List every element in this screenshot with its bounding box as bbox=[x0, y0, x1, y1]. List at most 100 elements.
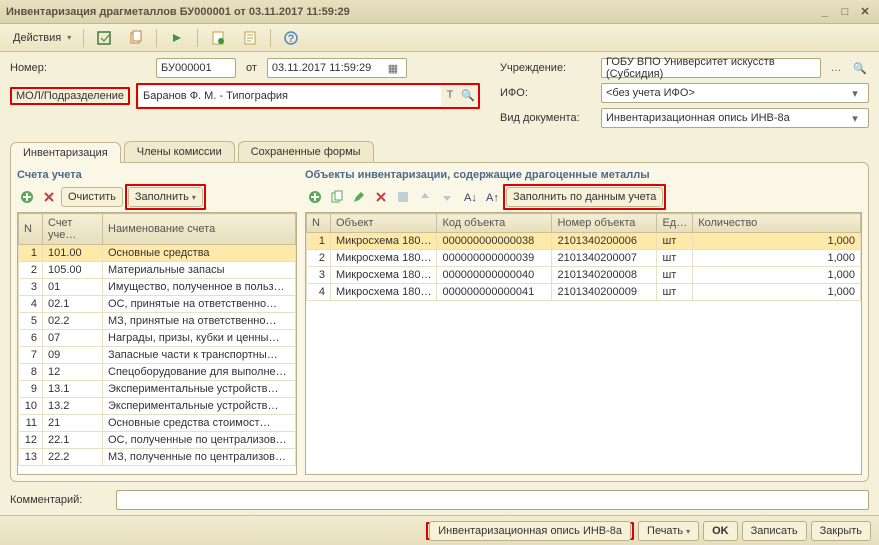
doc2-button[interactable] bbox=[235, 27, 265, 49]
main-toolbar: Действия ? bbox=[0, 24, 879, 52]
comment-field[interactable] bbox=[116, 490, 869, 510]
number-field[interactable]: БУ000001 bbox=[156, 58, 236, 78]
fill-from-data-button[interactable]: Заполнить по данным учета bbox=[506, 187, 663, 207]
nav-button[interactable] bbox=[162, 27, 192, 49]
tab-commission[interactable]: Члены комиссии bbox=[124, 141, 235, 162]
org-field[interactable]: ГОБУ ВПО Университет искусств (Субсидия) bbox=[601, 58, 821, 78]
table-row[interactable]: 2Микросхема 180…000000000000039210134020… bbox=[307, 250, 861, 267]
minimize-icon[interactable]: _ bbox=[817, 4, 833, 20]
col-code[interactable]: Код объекта bbox=[437, 214, 552, 233]
col-n[interactable]: N bbox=[19, 214, 43, 245]
doctype-field[interactable]: Инвентаризационная опись ИНВ-8а▾ bbox=[601, 108, 869, 128]
close-button[interactable]: Закрыть bbox=[811, 521, 871, 541]
refresh-button[interactable] bbox=[89, 27, 119, 49]
inventory-report-button[interactable]: Инвентаризационная опись ИНВ-8а bbox=[429, 521, 631, 541]
org-label: Учреждение: bbox=[500, 62, 595, 74]
chevron-down-icon[interactable]: ▾ bbox=[846, 84, 864, 102]
fill-button[interactable]: Заполнить bbox=[128, 187, 203, 207]
table-row[interactable]: 812Спецоборудование для выполне… bbox=[19, 364, 296, 381]
accounts-panel: Счета учета Очистить Заполнить N Счет уч… bbox=[17, 169, 297, 475]
maximize-icon[interactable]: □ bbox=[837, 4, 853, 20]
doc1-button[interactable] bbox=[203, 27, 233, 49]
edit-icon[interactable] bbox=[349, 187, 369, 207]
add-icon[interactable] bbox=[305, 187, 325, 207]
sort-desc-icon[interactable]: A↑ bbox=[481, 187, 501, 207]
ifo-label: ИФО: bbox=[500, 87, 595, 99]
separator bbox=[197, 29, 198, 47]
ellipsis-icon[interactable]: … bbox=[827, 59, 845, 77]
table-row[interactable]: 1013.2Экспериментальные устройств… bbox=[19, 398, 296, 415]
table-row[interactable]: 2105.00Материальные запасы bbox=[19, 262, 296, 279]
doctype-label: Вид документа: bbox=[500, 112, 595, 124]
delete-icon[interactable] bbox=[371, 187, 391, 207]
separator bbox=[83, 29, 84, 47]
calendar-icon[interactable]: ▦ bbox=[384, 59, 402, 77]
help-button[interactable]: ? bbox=[276, 27, 306, 49]
copy-icon[interactable] bbox=[327, 187, 347, 207]
table-row[interactable]: 502.2МЗ, принятые на ответственно… bbox=[19, 313, 296, 330]
titlebar: Инвентаризация драгметаллов БУ000001 от … bbox=[0, 0, 879, 24]
table-row[interactable]: 301Имущество, полученное в польз… bbox=[19, 279, 296, 296]
close-icon[interactable]: ✕ bbox=[857, 4, 873, 20]
table-row[interactable]: 607Награды, призы, кубки и ценны… bbox=[19, 330, 296, 347]
comment-row: Комментарий: bbox=[0, 486, 879, 514]
table-row[interactable]: 1222.1ОС, полученные по централизов… bbox=[19, 432, 296, 449]
svg-text:?: ? bbox=[288, 33, 295, 45]
separator bbox=[156, 29, 157, 47]
search-icon[interactable]: 🔍 bbox=[851, 59, 869, 77]
table-row[interactable]: 709Запасные части к транспортны… bbox=[19, 347, 296, 364]
delete-icon[interactable] bbox=[39, 187, 59, 207]
actions-menu[interactable]: Действия bbox=[6, 27, 78, 49]
copy-button[interactable] bbox=[121, 27, 151, 49]
table-row[interactable]: 3Микросхема 180…000000000000040210134020… bbox=[307, 267, 861, 284]
add-icon[interactable] bbox=[17, 187, 37, 207]
col-n[interactable]: N bbox=[307, 214, 331, 233]
down-icon[interactable] bbox=[437, 187, 457, 207]
ok-button[interactable]: OK bbox=[703, 521, 738, 541]
mol-label: МОЛ/Подразделение bbox=[10, 87, 130, 105]
col-unit[interactable]: Ед… bbox=[657, 214, 693, 233]
accounts-tools: Очистить Заполнить bbox=[17, 185, 297, 209]
col-object[interactable]: Объект bbox=[331, 214, 437, 233]
objects-grid[interactable]: N Объект Код объекта Номер объекта Ед… К… bbox=[305, 212, 862, 475]
save-button[interactable]: Записать bbox=[742, 521, 807, 541]
table-row[interactable]: 1322.2МЗ, полученные по централизов… bbox=[19, 449, 296, 466]
chevron-down-icon[interactable]: ▾ bbox=[846, 109, 864, 127]
header-form: Номер: БУ000001 от 03.11.2017 11:59:29▦ … bbox=[0, 52, 879, 137]
table-row[interactable]: 1101.00Основные средства bbox=[19, 245, 296, 262]
search-icon[interactable]: 🔍 bbox=[459, 86, 477, 104]
objects-tools: A↓ A↑ Заполнить по данным учета bbox=[305, 185, 862, 209]
save-icon[interactable] bbox=[393, 187, 413, 207]
tab-content: Счета учета Очистить Заполнить N Счет уч… bbox=[10, 162, 869, 482]
col-number[interactable]: Номер объекта bbox=[552, 214, 657, 233]
col-name[interactable]: Наименование счета bbox=[103, 214, 296, 245]
tab-inventory[interactable]: Инвентаризация bbox=[10, 142, 121, 163]
table-row[interactable]: 402.1ОС, принятые на ответственно… bbox=[19, 296, 296, 313]
col-qty[interactable]: Количество bbox=[693, 214, 861, 233]
tab-saved-forms[interactable]: Сохраненные формы bbox=[238, 141, 374, 162]
print-button[interactable]: Печать bbox=[638, 521, 699, 541]
svg-text:A↓: A↓ bbox=[464, 192, 476, 204]
ifo-field[interactable]: <без учета ИФО>▾ bbox=[601, 83, 869, 103]
accounts-grid[interactable]: N Счет уче… Наименование счета 1101.00Ос… bbox=[17, 212, 297, 475]
up-icon[interactable] bbox=[415, 187, 435, 207]
accounts-title: Счета учета bbox=[17, 169, 297, 181]
tabs: Инвентаризация Члены комиссии Сохраненны… bbox=[0, 141, 879, 162]
bottom-bar: Инвентаризационная опись ИНВ-8а Печать O… bbox=[0, 515, 879, 545]
clear-button[interactable]: Очистить bbox=[61, 187, 123, 207]
date-field[interactable]: 03.11.2017 11:59:29▦ bbox=[267, 58, 407, 78]
t-icon[interactable]: T bbox=[441, 86, 459, 104]
comment-label: Комментарий: bbox=[10, 494, 110, 506]
number-label: Номер: bbox=[10, 62, 150, 74]
window-title: Инвентаризация драгметаллов БУ000001 от … bbox=[6, 6, 813, 18]
sort-asc-icon[interactable]: A↓ bbox=[459, 187, 479, 207]
objects-title: Объекты инвентаризации, содержащие драго… bbox=[305, 169, 862, 181]
table-row[interactable]: 913.1Экспериментальные устройств… bbox=[19, 381, 296, 398]
table-row[interactable]: 1Микросхема 180…000000000000038210134020… bbox=[307, 233, 861, 250]
from-label: от bbox=[242, 62, 261, 74]
table-row[interactable]: 4Микросхема 180…000000000000041210134020… bbox=[307, 284, 861, 301]
separator bbox=[270, 29, 271, 47]
col-account[interactable]: Счет уче… bbox=[43, 214, 103, 245]
table-row[interactable]: 1121Основные средства стоимост… bbox=[19, 415, 296, 432]
mol-field[interactable]: Баранов Ф. М. - Типография bbox=[139, 86, 441, 106]
